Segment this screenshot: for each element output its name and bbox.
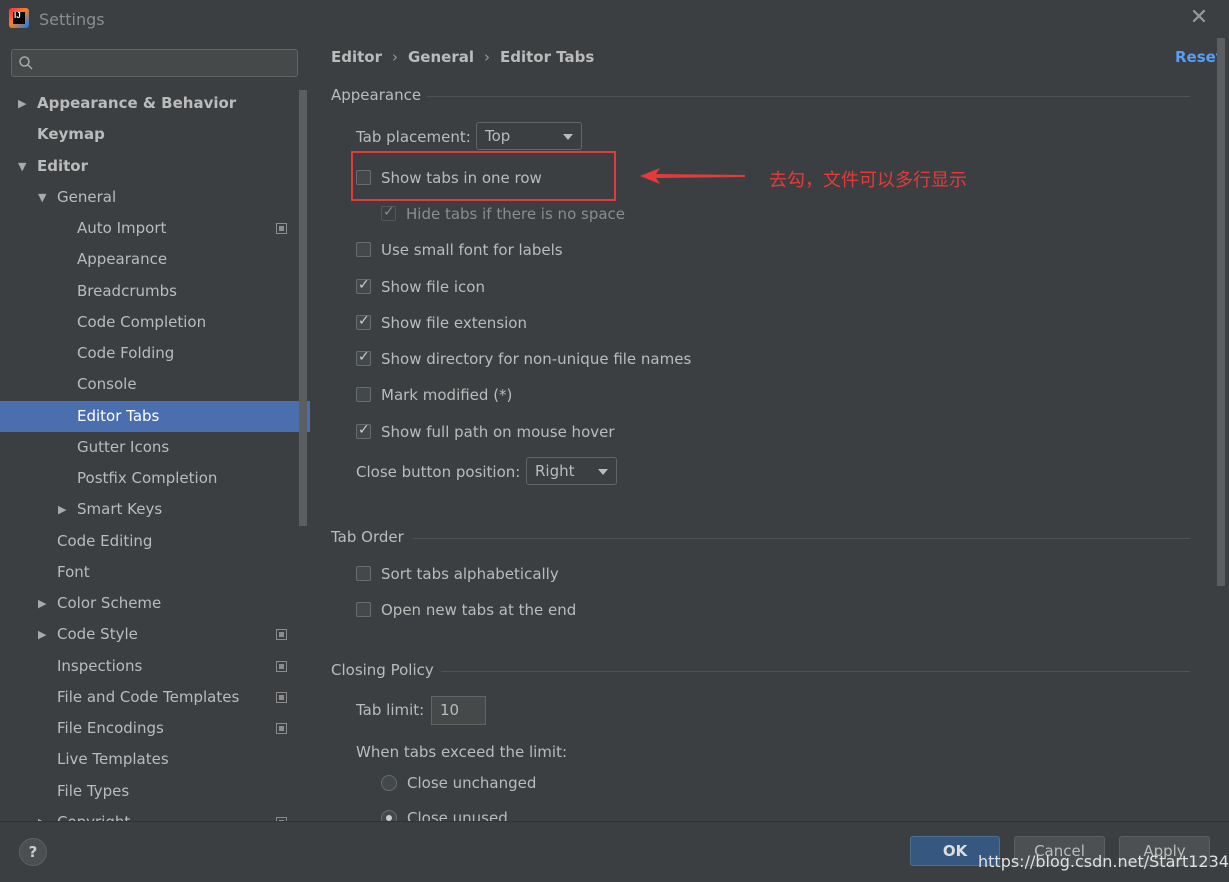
watermark-url: https://blog.csdn.net/Start1234567 xyxy=(978,852,1229,871)
annotation-highlight-box xyxy=(351,151,616,201)
hide-tabs-label: Hide tabs if there is no space xyxy=(406,205,626,223)
show-directory-checkbox[interactable] xyxy=(356,349,371,366)
section-title-appearance: Appearance xyxy=(331,86,422,104)
dialog-footer: ? OK Cancel Apply https://blog.csdn.net/… xyxy=(0,821,1229,882)
close-button-position-dropdown[interactable]: Right xyxy=(526,457,617,485)
tree-item-copyright[interactable]: ▶ Copyright xyxy=(0,807,310,821)
show-file-icon-checkbox[interactable] xyxy=(356,277,371,294)
tree-item-code-style[interactable]: ▶ Code Style xyxy=(0,619,310,650)
project-scope-icon xyxy=(276,692,287,703)
close-unchanged-radio[interactable] xyxy=(381,775,397,791)
annotation-text: 去勾，文件可以多行显示 xyxy=(769,170,967,191)
tree-item-editor[interactable]: ▼ Editor xyxy=(0,151,310,182)
reset-link[interactable]: Reset xyxy=(1175,48,1223,66)
intellij-logo-icon: IJ xyxy=(9,8,29,28)
full-path-hover-label[interactable]: Show full path on mouse hover xyxy=(381,423,615,441)
project-scope-icon xyxy=(276,661,287,672)
tree-item-file-types[interactable]: File Types xyxy=(0,776,310,807)
annotation-arrow-icon xyxy=(640,168,745,184)
tree-item-code-editing[interactable]: Code Editing xyxy=(0,526,310,557)
small-font-checkbox[interactable] xyxy=(356,242,371,257)
section-divider xyxy=(413,538,1190,539)
collapse-arrow-icon[interactable]: ▼ xyxy=(38,182,50,213)
breadcrumb-separator: › xyxy=(484,48,490,66)
project-scope-icon xyxy=(276,629,287,640)
tab-limit-field[interactable] xyxy=(431,696,486,725)
tab-limit-input[interactable] xyxy=(432,697,485,719)
close-unchanged-label[interactable]: Close unchanged xyxy=(407,774,536,792)
tree-item-appearance-behavior[interactable]: ▶ Appearance & Behavior xyxy=(0,88,310,119)
tree-item-code-completion[interactable]: Code Completion xyxy=(0,307,310,338)
tree-item-live-templates[interactable]: Live Templates xyxy=(0,744,310,775)
collapse-arrow-icon[interactable]: ▼ xyxy=(18,151,30,182)
mark-modified-checkbox[interactable] xyxy=(356,387,371,402)
breadcrumb-separator: › xyxy=(392,48,398,66)
show-file-icon-label[interactable]: Show file icon xyxy=(381,278,485,296)
project-scope-icon xyxy=(276,723,287,734)
small-font-label[interactable]: Use small font for labels xyxy=(381,241,563,259)
show-file-extension-checkbox[interactable] xyxy=(356,313,371,330)
expand-arrow-icon[interactable]: ▶ xyxy=(38,619,50,650)
breadcrumb-item: Editor xyxy=(331,48,382,66)
tab-placement-label: Tab placement: xyxy=(356,128,471,146)
window-title: Settings xyxy=(39,10,105,29)
full-path-hover-checkbox[interactable] xyxy=(356,422,371,439)
breadcrumb-item: Editor Tabs xyxy=(500,48,595,66)
tree-item-file-encodings[interactable]: File Encodings xyxy=(0,713,310,744)
close-button-position-label: Close button position: xyxy=(356,463,521,481)
tree-item-general[interactable]: ▼ General xyxy=(0,182,310,213)
tree-item-color-scheme[interactable]: ▶ Color Scheme xyxy=(0,588,310,619)
show-file-extension-label[interactable]: Show file extension xyxy=(381,314,527,332)
title-bar: IJ Settings ✕ xyxy=(0,0,1229,38)
tree-item-smart-keys[interactable]: ▶ Smart Keys xyxy=(0,494,310,525)
chevron-down-icon xyxy=(598,469,608,475)
tree-item-appearance[interactable]: Appearance xyxy=(0,244,310,275)
section-title-closing-policy: Closing Policy xyxy=(331,661,434,679)
expand-arrow-icon[interactable]: ▶ xyxy=(38,588,50,619)
tree-item-auto-import[interactable]: Auto Import xyxy=(0,213,310,244)
sidebar-scrollbar[interactable] xyxy=(299,90,307,526)
help-button[interactable]: ? xyxy=(19,838,47,866)
exceed-limit-label: When tabs exceed the limit: xyxy=(356,743,568,761)
show-directory-label[interactable]: Show directory for non-unique file names xyxy=(381,350,691,368)
expand-arrow-icon[interactable]: ▶ xyxy=(38,807,50,821)
project-scope-icon xyxy=(276,223,287,234)
tree-item-keymap[interactable]: Keymap xyxy=(0,119,310,150)
tree-item-postfix-completion[interactable]: Postfix Completion xyxy=(0,463,310,494)
mark-modified-label[interactable]: Mark modified (*) xyxy=(381,386,512,404)
open-tabs-at-end-label[interactable]: Open new tabs at the end xyxy=(381,601,576,619)
tree-item-console[interactable]: Console xyxy=(0,369,310,400)
tab-placement-dropdown[interactable]: Top xyxy=(476,122,582,150)
section-title-tab-order: Tab Order xyxy=(331,528,404,546)
expand-arrow-icon[interactable]: ▶ xyxy=(18,88,30,119)
tree-item-file-code-templates[interactable]: File and Code Templates xyxy=(0,682,310,713)
hide-tabs-checkbox[interactable] xyxy=(381,204,396,221)
tree-item-inspections[interactable]: Inspections xyxy=(0,651,310,682)
sort-alphabetically-checkbox[interactable] xyxy=(356,566,371,581)
tree-item-code-folding[interactable]: Code Folding xyxy=(0,338,310,369)
chevron-down-icon xyxy=(563,134,573,140)
open-tabs-at-end-checkbox[interactable] xyxy=(356,602,371,617)
breadcrumb-item: General xyxy=(408,48,474,66)
tab-limit-label: Tab limit: xyxy=(356,701,425,719)
content-scrollbar[interactable] xyxy=(1217,38,1225,586)
section-divider xyxy=(427,96,1190,97)
tree-item-font[interactable]: Font xyxy=(0,557,310,588)
sort-alphabetically-label[interactable]: Sort tabs alphabetically xyxy=(381,565,559,583)
tree-item-breadcrumbs[interactable]: Breadcrumbs xyxy=(0,276,310,307)
breadcrumb: Editor › General › Editor Tabs xyxy=(331,48,600,68)
section-divider xyxy=(441,671,1190,672)
tree-item-editor-tabs[interactable]: Editor Tabs xyxy=(0,401,310,432)
tree-item-gutter-icons[interactable]: Gutter Icons xyxy=(0,432,310,463)
search-field[interactable] xyxy=(11,49,298,77)
expand-arrow-icon[interactable]: ▶ xyxy=(58,494,70,525)
settings-sidebar: ▶ Appearance & Behavior Keymap ▼ Editor … xyxy=(0,38,310,821)
search-icon xyxy=(19,56,33,70)
close-icon[interactable]: ✕ xyxy=(1189,7,1209,29)
